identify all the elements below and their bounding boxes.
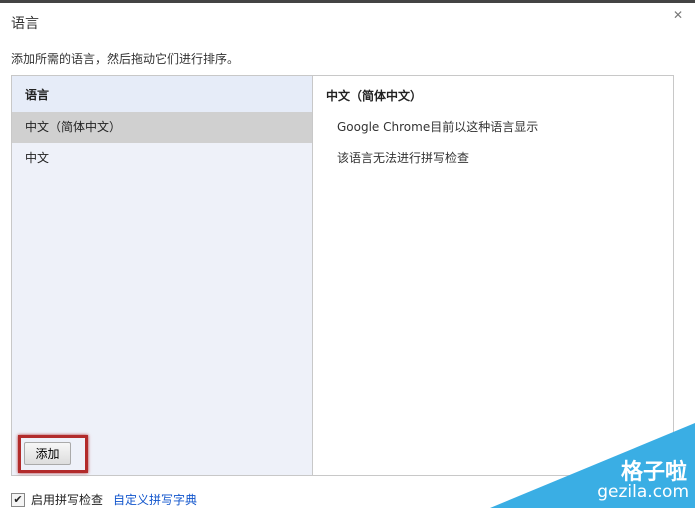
details-text: 该语言无法进行拼写检查 — [337, 151, 470, 165]
watermark-url: gezila.com — [597, 482, 689, 502]
dialog-title: 语言 — [11, 16, 39, 32]
close-icon[interactable]: ✕ — [673, 8, 683, 22]
top-bar — [0, 0, 695, 3]
language-item[interactable]: 中文（简体中文） — [12, 112, 312, 143]
language-panel: 语言 中文（简体中文） 中文 添加 中文（简体中文） Google Chrome… — [11, 75, 674, 476]
language-details: 中文（简体中文） Google Chrome目前以这种语言显示 该语言无法进行拼… — [313, 76, 673, 475]
spellcheck-checkbox[interactable]: ✔ — [11, 492, 25, 507]
language-list: 语言 中文（简体中文） 中文 添加 — [12, 76, 313, 475]
custom-dictionary-link[interactable]: 自定义拼写字典 — [113, 491, 197, 508]
dialog-subtitle: 添加所需的语言，然后拖动它们进行排序。 — [11, 52, 240, 66]
language-item[interactable]: 中文 — [12, 143, 312, 174]
details-text: Google Chrome目前以这种语言显示 — [337, 120, 539, 134]
add-button[interactable]: 添加 — [24, 442, 71, 465]
spellcheck-label: 启用拼写检查 — [31, 493, 104, 507]
language-list-header: 语言 — [12, 76, 312, 112]
details-header: 中文（简体中文） — [326, 89, 423, 103]
footer: ✔ 启用拼写检查 自定义拼写字典 — [11, 491, 197, 508]
